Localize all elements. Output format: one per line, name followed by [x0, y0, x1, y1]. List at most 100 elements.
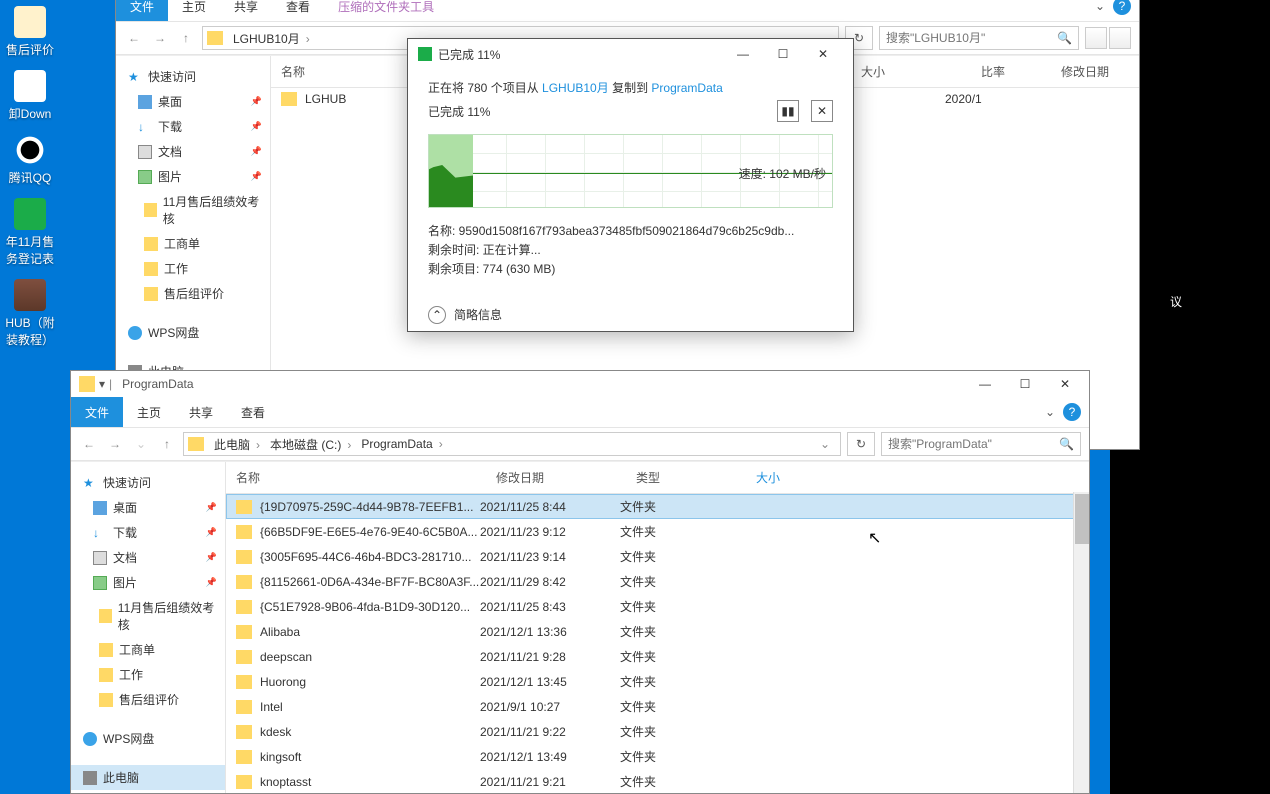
desktop-icon[interactable]: 卸Down [0, 64, 60, 128]
sidebar-item[interactable]: 11月售后组绩效考核 [116, 189, 270, 231]
tab-compressed[interactable]: 压缩的文件夹工具 [324, 0, 448, 21]
up-icon[interactable]: ↑ [176, 31, 196, 45]
sidebar-downloads[interactable]: ↓下载📌 [116, 114, 270, 139]
tab-share[interactable]: 共享 [175, 397, 227, 427]
sidebar-this-pc[interactable]: 此电脑 [71, 765, 225, 790]
search-box[interactable]: 🔍 [881, 432, 1081, 456]
folder-icon [236, 625, 252, 639]
col-type[interactable]: 类型 [626, 462, 746, 493]
sidebar-item[interactable]: 工商单 [116, 231, 270, 256]
table-row[interactable]: {C51E7928-9B06-4fda-B1D9-30D120...2021/1… [226, 594, 1089, 619]
recent-icon[interactable]: ⌄ [131, 437, 151, 451]
close-icon[interactable]: ✕ [1045, 371, 1085, 397]
path-segment[interactable]: 本地磁盘 (C:) [266, 436, 355, 453]
desktop-icon[interactable]: 售后评价 [0, 0, 60, 64]
sidebar-quick-access[interactable]: ★快速访问 [71, 470, 225, 495]
tab-view[interactable]: 查看 [227, 397, 279, 427]
dest-link[interactable]: ProgramData [651, 81, 722, 95]
pause-button[interactable]: ▮▮ [777, 100, 799, 122]
sidebar-wps[interactable]: WPS网盘 [71, 726, 225, 751]
close-icon[interactable]: ✕ [803, 47, 843, 61]
table-row[interactable]: Huorong2021/12/1 13:45文件夹 [226, 669, 1089, 694]
help-icon[interactable]: ? [1063, 403, 1081, 421]
col-date[interactable]: 修改日期 [486, 462, 626, 493]
tab-home[interactable]: 主页 [123, 397, 175, 427]
table-row[interactable]: {66B5DF9E-E6E5-4e76-9E40-6C5B0A...2021/1… [226, 519, 1089, 544]
col-name[interactable]: 名称 [226, 462, 486, 493]
table-row[interactable]: knoptasst2021/11/21 9:21文件夹 [226, 769, 1089, 793]
maximize-icon[interactable]: ☐ [1005, 371, 1045, 397]
path-segment[interactable]: LGHUB10月 [229, 30, 314, 47]
up-icon[interactable]: ↑ [157, 437, 177, 451]
sidebar-item[interactable]: 工商单 [71, 637, 225, 662]
table-row[interactable]: Intel2021/9/1 10:27文件夹 [226, 694, 1089, 719]
sidebar-pictures[interactable]: 图片📌 [116, 164, 270, 189]
address-bar: ← → ⌄ ↑ 此电脑 本地磁盘 (C:) ProgramData ⌄ ↻ 🔍 [71, 427, 1089, 461]
sidebar-item[interactable]: 工作 [71, 662, 225, 687]
file-list: 名称 修改日期 类型 大小 {19D70975-259C-4d44-9B78-7… [226, 462, 1089, 793]
sidebar-pictures[interactable]: 图片📌 [71, 570, 225, 595]
table-row[interactable]: {19D70975-259C-4d44-9B78-7EEFB1...2021/1… [226, 494, 1089, 519]
path-box[interactable]: 此电脑 本地磁盘 (C:) ProgramData ⌄ [183, 432, 841, 456]
help-icon[interactable]: ? [1113, 0, 1131, 15]
search-icon[interactable]: 🔍 [1057, 31, 1072, 45]
window-titlebar[interactable]: ▾ | ProgramData — ☐ ✕ [71, 371, 1089, 397]
table-row[interactable]: {3005F695-44C6-46b4-BDC3-281710...2021/1… [226, 544, 1089, 569]
tab-view[interactable]: 查看 [272, 0, 324, 21]
chevron-down-icon[interactable]: ⌄ [1095, 0, 1105, 13]
sidebar-quick-access[interactable]: ★快速访问 [116, 64, 270, 89]
table-row[interactable]: kdesk2021/11/21 9:22文件夹 [226, 719, 1089, 744]
sidebar-desktop[interactable]: 桌面📌 [71, 495, 225, 520]
col-size[interactable]: 大小 [746, 462, 846, 493]
view-switcher[interactable] [1085, 27, 1131, 49]
search-input[interactable] [886, 31, 1057, 45]
scrollbar[interactable] [1073, 492, 1089, 793]
search-box[interactable]: 🔍 [879, 26, 1079, 50]
maximize-icon[interactable]: ☐ [763, 47, 803, 61]
sidebar-desktop[interactable]: 桌面📌 [116, 89, 270, 114]
sidebar-item[interactable]: 售后组评价 [116, 281, 270, 306]
desktop-icon[interactable]: 腾讯QQ [0, 128, 60, 192]
table-row[interactable]: {81152661-0D6A-434e-BF7F-BC80A3F...2021/… [226, 569, 1089, 594]
search-icon[interactable]: 🔍 [1059, 437, 1074, 451]
sidebar-downloads[interactable]: ↓下载📌 [71, 520, 225, 545]
sidebar-documents[interactable]: 文档📌 [116, 139, 270, 164]
search-input[interactable] [888, 437, 1059, 451]
chevron-down-icon[interactable]: ⌄ [1045, 405, 1055, 419]
col-modified[interactable]: 修改日期 [1051, 56, 1131, 87]
toggle-details[interactable]: ⌃ 简略信息 [428, 294, 833, 324]
folder-icon [236, 500, 252, 514]
forward-icon[interactable]: → [150, 31, 170, 45]
tab-share[interactable]: 共享 [220, 0, 272, 21]
forward-icon[interactable]: → [105, 437, 125, 451]
sidebar-item[interactable]: 11月售后组绩效考核 [71, 595, 225, 637]
col-size[interactable]: 大小 [851, 56, 971, 87]
refresh-icon[interactable]: ↻ [847, 432, 875, 456]
table-row[interactable]: kingsoft2021/12/1 13:49文件夹 [226, 744, 1089, 769]
sidebar-wps[interactable]: WPS网盘 [116, 320, 270, 345]
cancel-button[interactable]: ✕ [811, 100, 833, 122]
table-row[interactable]: deepscan2021/11/21 9:28文件夹 [226, 644, 1089, 669]
minimize-icon[interactable]: — [965, 371, 1005, 397]
sidebar-item[interactable]: 售后组评价 [71, 687, 225, 712]
minimize-icon[interactable]: — [723, 47, 763, 61]
table-row[interactable]: Alibaba2021/12/1 13:36文件夹 [226, 619, 1089, 644]
back-icon[interactable]: ← [79, 437, 99, 451]
source-link[interactable]: LGHUB10月 [542, 81, 609, 95]
col-ratio[interactable]: 比率 [971, 56, 1051, 87]
column-headers[interactable]: 名称 修改日期 类型 大小 [226, 462, 1089, 494]
desktop-icon[interactable]: 年11月售 务登记表 [0, 192, 60, 273]
desktop-icon[interactable]: HUB（附 装教程） [0, 273, 60, 354]
path-segment[interactable]: 此电脑 [210, 436, 264, 453]
sidebar-documents[interactable]: 文档📌 [71, 545, 225, 570]
chevron-down-icon[interactable]: ⌄ [814, 437, 836, 451]
tab-file[interactable]: 文件 [116, 0, 168, 21]
tab-file[interactable]: 文件 [71, 397, 123, 427]
dialog-titlebar[interactable]: 已完成 11% — ☐ ✕ [408, 39, 853, 69]
tab-home[interactable]: 主页 [168, 0, 220, 21]
path-segment[interactable]: ProgramData [357, 437, 446, 451]
ribbon-tabs: 文件 主页 共享 查看 ⌄ ? [71, 397, 1089, 427]
sidebar-item[interactable]: 工作 [116, 256, 270, 281]
back-icon[interactable]: ← [124, 31, 144, 45]
folder-icon [188, 437, 204, 451]
